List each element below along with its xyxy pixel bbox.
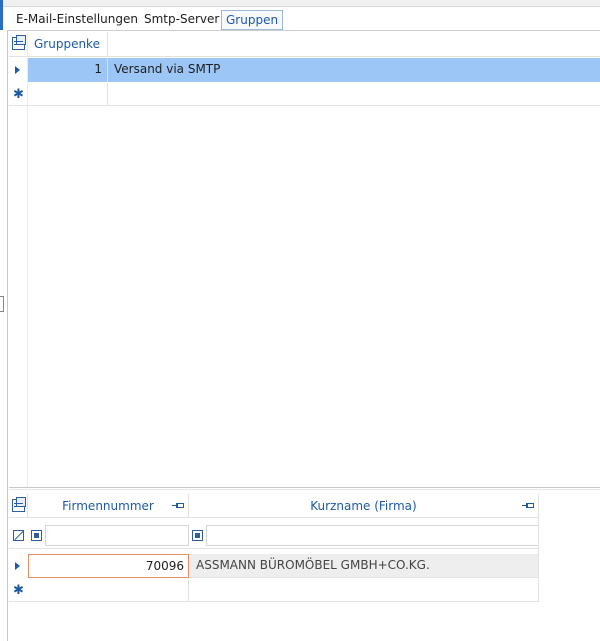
window-accent-bar (0, 0, 3, 30)
companies-grid: Firmennummer Kurzname (Firma) 70096 ASSM… (9, 494, 539, 641)
company-number-cell[interactable]: 70096 (28, 554, 189, 578)
company-name-cell[interactable]: ASSMANN BÜROMÖBEL GMBH+CO.KG. (189, 554, 539, 578)
tab-strip: E-Mail-Einstellungen Smtp-Server Gruppen (8, 8, 600, 31)
row-indicator[interactable] (9, 554, 28, 578)
new-row[interactable]: ✱ (9, 83, 600, 106)
tab-email-settings[interactable]: E-Mail-Einstellungen (12, 10, 142, 30)
column-header-company-number[interactable]: Firmennummer (28, 494, 189, 518)
groups-grid-header: Gruppenke (9, 32, 600, 57)
row-indicator-arrow-icon (15, 66, 20, 74)
panel-divider-shadow (9, 489, 600, 490)
window-top-strip (0, 0, 600, 7)
column-header-company-name-label: Kurzname (Firma) (310, 499, 417, 513)
new-row[interactable]: ✱ (9, 579, 539, 602)
filter-row-indicator[interactable] (9, 523, 28, 549)
new-row-key-cell[interactable] (28, 83, 108, 106)
grid-layout-icon[interactable] (12, 35, 26, 50)
table-row[interactable]: 1 Versand via SMTP (9, 58, 600, 82)
table-row[interactable]: 70096 ASSMANN BÜROMÖBEL GMBH+CO.KG. (9, 554, 539, 578)
new-row-indicator[interactable]: ✱ (9, 579, 28, 602)
filter-company-number-input[interactable] (45, 525, 189, 546)
new-row-name-cell[interactable] (108, 83, 600, 106)
left-splitter[interactable] (0, 30, 8, 641)
grid-corner[interactable] (9, 32, 28, 57)
grid-right-border (538, 494, 539, 602)
column-header-group-name[interactable] (108, 32, 600, 57)
tab-smtp-server[interactable]: Smtp-Server (140, 10, 223, 30)
new-row-star-icon: ✱ (13, 87, 24, 102)
row-indicator[interactable] (9, 58, 28, 82)
indicator-column-line (27, 32, 28, 487)
column-header-company-number-label: Firmennummer (62, 499, 154, 513)
splitter-handle[interactable] (0, 296, 4, 312)
groups-grid: Gruppenke 1 Versand via SMTP ✱ (9, 32, 600, 487)
grid-corner-2[interactable] (9, 494, 28, 518)
checkbox-filter-icon[interactable] (192, 530, 203, 541)
tab-groups[interactable]: Gruppen (221, 10, 284, 30)
filter-row (9, 523, 539, 549)
group-name-cell[interactable]: Versand via SMTP (108, 58, 600, 82)
new-row-name-cell[interactable] (189, 579, 539, 602)
filter-icon[interactable] (13, 530, 24, 541)
checkbox-filter-icon[interactable] (31, 530, 42, 541)
panel-divider[interactable] (9, 487, 600, 488)
column-header-group-key[interactable]: Gruppenke (28, 32, 108, 57)
pin-icon[interactable] (522, 503, 534, 508)
grid-layout-icon[interactable] (12, 497, 26, 512)
pin-icon[interactable] (172, 503, 184, 508)
new-row-indicator[interactable]: ✱ (9, 83, 28, 106)
new-row-star-icon: ✱ (13, 583, 24, 598)
filter-company-name-input[interactable] (206, 525, 539, 546)
row-indicator-arrow-icon (15, 562, 20, 570)
column-header-company-name[interactable]: Kurzname (Firma) (189, 494, 539, 518)
group-key-cell[interactable]: 1 (28, 58, 108, 82)
new-row-number-cell[interactable] (28, 579, 189, 602)
